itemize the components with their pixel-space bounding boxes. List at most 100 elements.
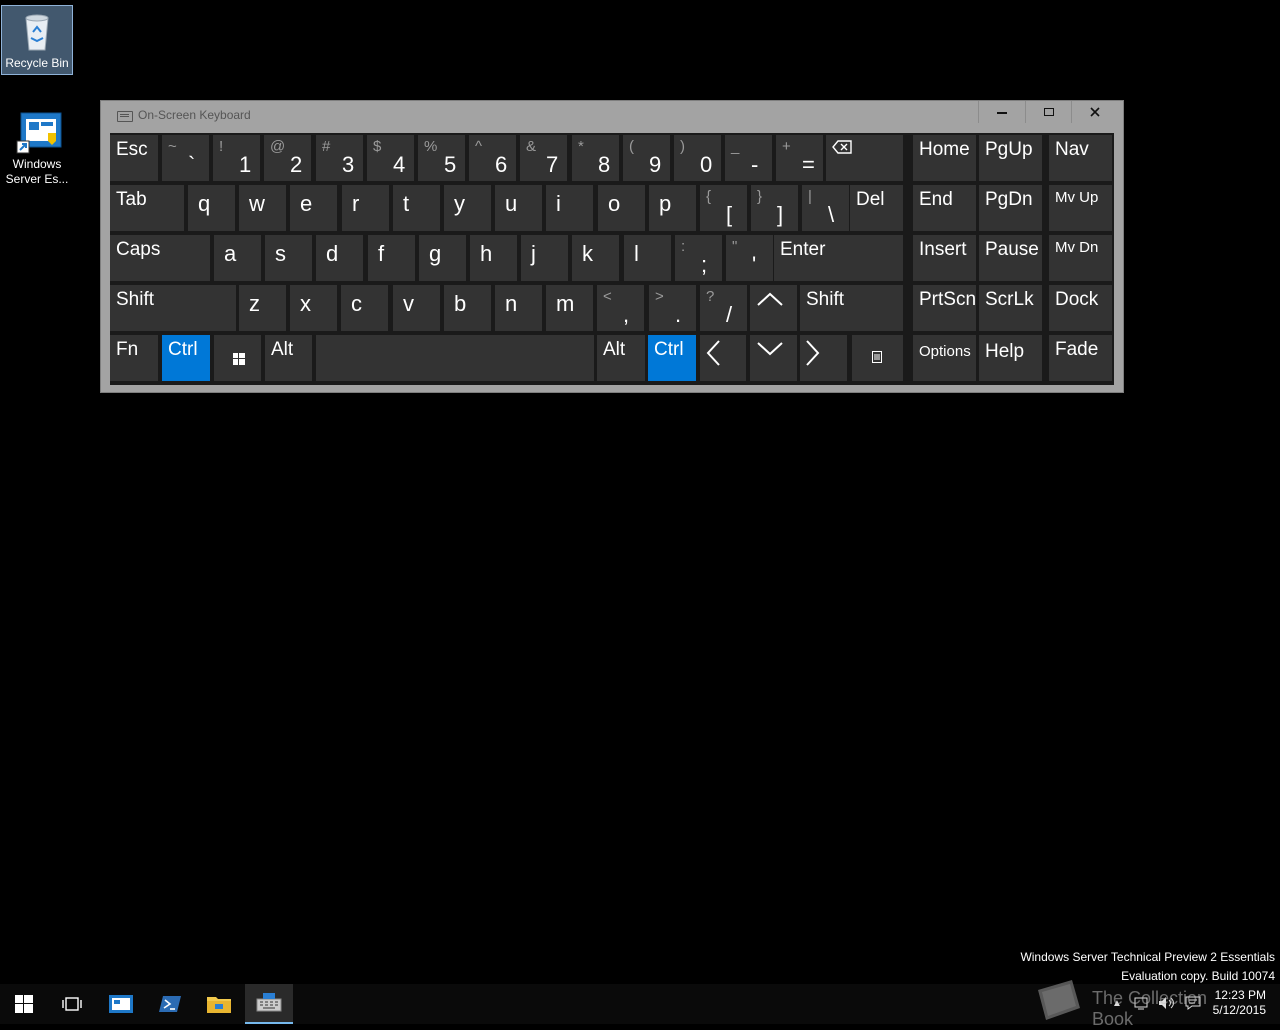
- key-9[interactable]: (9: [623, 135, 670, 181]
- key-p[interactable]: p: [649, 185, 696, 231]
- key-sym3-0[interactable]: :;: [675, 235, 722, 281]
- key-`[interactable]: ~ `: [162, 135, 209, 181]
- key-sym4-2[interactable]: ? /: [700, 285, 747, 331]
- key-label: Help: [985, 341, 1025, 362]
- desktop-icon-recycle-bin[interactable]: Recycle Bin: [1, 5, 73, 75]
- key-shift-left[interactable]: Shift: [110, 285, 236, 331]
- key-2[interactable]: @2: [264, 135, 311, 181]
- key-enter[interactable]: Enter: [774, 235, 903, 281]
- key-6[interactable]: ^ 6: [469, 135, 516, 181]
- key-caps[interactable]: Caps: [110, 235, 210, 281]
- key-shift-right[interactable]: Shift: [800, 285, 903, 331]
- key-sym-2[interactable]: | \: [802, 185, 849, 231]
- key-help[interactable]: Help: [979, 335, 1042, 381]
- key-dock[interactable]: Dock: [1049, 285, 1112, 331]
- key-pgdn[interactable]: PgDn: [979, 185, 1042, 231]
- key-prtscn[interactable]: PrtScn: [913, 285, 976, 331]
- key-b[interactable]: b: [444, 285, 491, 331]
- key-up-arrow[interactable]: [750, 285, 797, 331]
- key-u[interactable]: u: [495, 185, 542, 231]
- key-space[interactable]: [316, 335, 594, 381]
- key-n[interactable]: n: [495, 285, 542, 331]
- key-v[interactable]: v: [393, 285, 440, 331]
- key-down-arrow[interactable]: [750, 335, 797, 381]
- key-1[interactable]: ! 1: [213, 135, 260, 181]
- key-pgup[interactable]: PgUp: [979, 135, 1042, 181]
- key-s[interactable]: s: [265, 235, 312, 281]
- key-left-arrow[interactable]: [700, 335, 746, 381]
- taskbar-on-screen-keyboard[interactable]: [245, 984, 293, 1024]
- key-scrlk[interactable]: ScrLk: [979, 285, 1042, 331]
- key-i[interactable]: i: [546, 185, 593, 231]
- key-a[interactable]: a: [214, 235, 261, 281]
- key-tab[interactable]: Tab: [110, 185, 184, 231]
- key-e[interactable]: e: [290, 185, 337, 231]
- key-esc[interactable]: Esc: [110, 135, 158, 181]
- key-d[interactable]: d: [316, 235, 363, 281]
- key-fade[interactable]: Fade: [1049, 335, 1112, 381]
- key-z[interactable]: z: [239, 285, 286, 331]
- key-windows[interactable]: [214, 335, 261, 381]
- key-end[interactable]: End: [913, 185, 976, 231]
- taskbar-powershell[interactable]: [146, 984, 194, 1024]
- key-o[interactable]: o: [598, 185, 645, 231]
- key-ctrl-left[interactable]: Ctrl: [162, 335, 210, 381]
- key-c[interactable]: c: [341, 285, 388, 331]
- key-g[interactable]: g: [419, 235, 466, 281]
- key-ctrl-right[interactable]: Ctrl: [648, 335, 696, 381]
- key-alt-right[interactable]: Alt: [597, 335, 645, 381]
- key-t[interactable]: t: [393, 185, 440, 231]
- close-button[interactable]: [1071, 101, 1118, 123]
- key-fn[interactable]: Fn: [110, 335, 158, 381]
- key-j[interactable]: j: [521, 235, 568, 281]
- key-home[interactable]: Home: [913, 135, 976, 181]
- taskbar-file-explorer[interactable]: [195, 984, 243, 1024]
- key-sym3-1[interactable]: " ': [726, 235, 773, 281]
- key-r[interactable]: r: [342, 185, 389, 231]
- key-y[interactable]: y: [444, 185, 491, 231]
- key-5[interactable]: % 5: [418, 135, 465, 181]
- key-pause[interactable]: Pause: [979, 235, 1042, 281]
- key-options[interactable]: Options: [913, 335, 976, 381]
- key-mv-up[interactable]: Mv Up: [1049, 185, 1112, 231]
- maximize-button[interactable]: [1025, 101, 1072, 123]
- desktop-icon-windows-server[interactable]: Windows Server Es...: [1, 107, 73, 187]
- key-8[interactable]: * 8: [572, 135, 619, 181]
- key-insert[interactable]: Insert: [913, 235, 976, 281]
- key-7[interactable]: & 7: [520, 135, 567, 181]
- key-label: n: [505, 291, 518, 316]
- task-view-button[interactable]: [48, 984, 96, 1024]
- key-label: g: [429, 241, 442, 266]
- minimize-button[interactable]: [978, 101, 1025, 123]
- key-f[interactable]: f: [368, 235, 415, 281]
- window-title-bar[interactable]: On-Screen Keyboard: [101, 101, 1123, 129]
- key-h[interactable]: h: [470, 235, 517, 281]
- start-button[interactable]: [0, 984, 48, 1024]
- key-alt-left[interactable]: Alt: [265, 335, 312, 381]
- key-label: Mv Dn: [1055, 239, 1099, 256]
- key-sym-1[interactable]: }]: [751, 185, 798, 231]
- key-menu[interactable]: [852, 335, 903, 381]
- key-mv-dn[interactable]: Mv Dn: [1049, 235, 1112, 281]
- key-w[interactable]: w: [239, 185, 286, 231]
- key-label: Fn: [116, 339, 139, 360]
- key-sym4-1[interactable]: >.: [649, 285, 696, 331]
- taskbar-server-dashboard[interactable]: [97, 984, 145, 1024]
- key-sym-0[interactable]: {[: [700, 185, 747, 231]
- key-x[interactable]: x: [290, 285, 337, 331]
- key-right-arrow[interactable]: [800, 335, 847, 381]
- key-l[interactable]: l: [624, 235, 671, 281]
- key-4[interactable]: $4: [367, 135, 414, 181]
- key-=[interactable]: + =: [776, 135, 823, 181]
- key-del[interactable]: Del: [850, 185, 903, 231]
- key-0[interactable]: ) 0: [674, 135, 721, 181]
- key-m[interactable]: m: [546, 285, 593, 331]
- key-backspace[interactable]: [826, 135, 903, 181]
- key-nav[interactable]: Nav: [1049, 135, 1112, 181]
- key-q[interactable]: q: [188, 185, 235, 231]
- key-3[interactable]: #3: [316, 135, 363, 181]
- book-icon: [1038, 980, 1080, 1020]
- key-k[interactable]: k: [572, 235, 619, 281]
- key-sym4-0[interactable]: <,: [597, 285, 644, 331]
- key--[interactable]: _ -: [725, 135, 772, 181]
